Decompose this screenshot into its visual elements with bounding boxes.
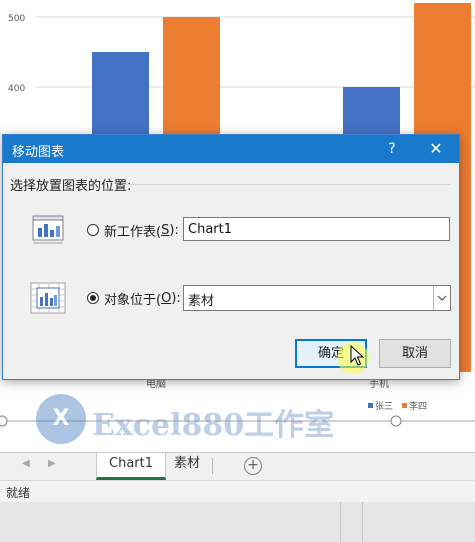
new-sheet-label-end: ): <box>169 222 179 238</box>
add-sheet-icon[interactable]: + <box>244 457 262 475</box>
new-sheet-name-input[interactable] <box>183 217 450 241</box>
watermark-logo: X <box>36 394 86 444</box>
object-option[interactable]: 对象位于(O): <box>87 289 181 308</box>
new-sheet-accesskey: S <box>161 222 170 238</box>
chart-resize-handle-right[interactable] <box>390 415 402 427</box>
object-sheet-select[interactable]: 素材 <box>183 285 451 311</box>
new-sheet-chart-icon <box>32 215 64 244</box>
legend-label-lisi: 李四 <box>409 400 427 412</box>
close-icon[interactable]: ✕ <box>425 139 447 159</box>
object-label: 对象位于( <box>104 292 162 308</box>
sheet-tab-sucai[interactable]: 素材 <box>162 453 212 477</box>
taskbar-divider <box>340 502 341 542</box>
taskbar-divider <box>362 502 363 542</box>
help-icon[interactable]: ? <box>381 139 403 159</box>
status-bar: 就绪 <box>0 480 475 502</box>
new-sheet-option[interactable]: 新工作表(S): <box>87 221 179 240</box>
scroll-right-icon[interactable]: ▶ <box>48 458 56 469</box>
sheet-tab-bar: ◀ ▶ Chart1 素材 + <box>0 452 475 480</box>
object-accesskey: O <box>161 290 172 306</box>
watermark-text: Excel880工作室 <box>92 408 335 443</box>
object-select-value: 素材 <box>188 294 215 309</box>
mouse-cursor-icon <box>350 345 364 366</box>
ytick-label-400: 400 <box>8 84 25 94</box>
tab-separator <box>212 458 213 474</box>
legend-marker-lisi <box>402 403 407 408</box>
taskbar-area <box>0 502 475 542</box>
dialog-instruction: 选择放置图表的位置: <box>10 179 132 194</box>
chart-resize-handle-left[interactable] <box>0 415 8 427</box>
dialog-titlebar[interactable]: 移动图表 ? ✕ <box>3 135 459 163</box>
legend-label-zhangsan: 张三 <box>375 401 393 412</box>
ytick-label-500: 500 <box>8 14 25 24</box>
sheet-tab-chart1[interactable]: Chart1 <box>96 453 166 480</box>
status-text: 就绪 <box>6 486 31 500</box>
new-sheet-label: 新工作表( <box>104 224 162 240</box>
cancel-button[interactable]: 取消 <box>379 339 451 368</box>
object-label-end: ): <box>171 290 181 306</box>
object-chart-icon <box>30 282 66 314</box>
object-radio[interactable] <box>87 292 99 304</box>
legend-marker-zhangsan <box>368 403 373 408</box>
dialog-title: 移动图表 <box>12 145 65 160</box>
new-sheet-radio[interactable] <box>87 224 99 236</box>
group-divider <box>123 184 451 185</box>
dropdown-arrow-icon[interactable] <box>433 286 450 310</box>
move-chart-dialog: 移动图表 ? ✕ 选择放置图表的位置: 新工作表(S): 对象 <box>2 134 460 380</box>
scroll-left-icon[interactable]: ◀ <box>22 458 30 469</box>
